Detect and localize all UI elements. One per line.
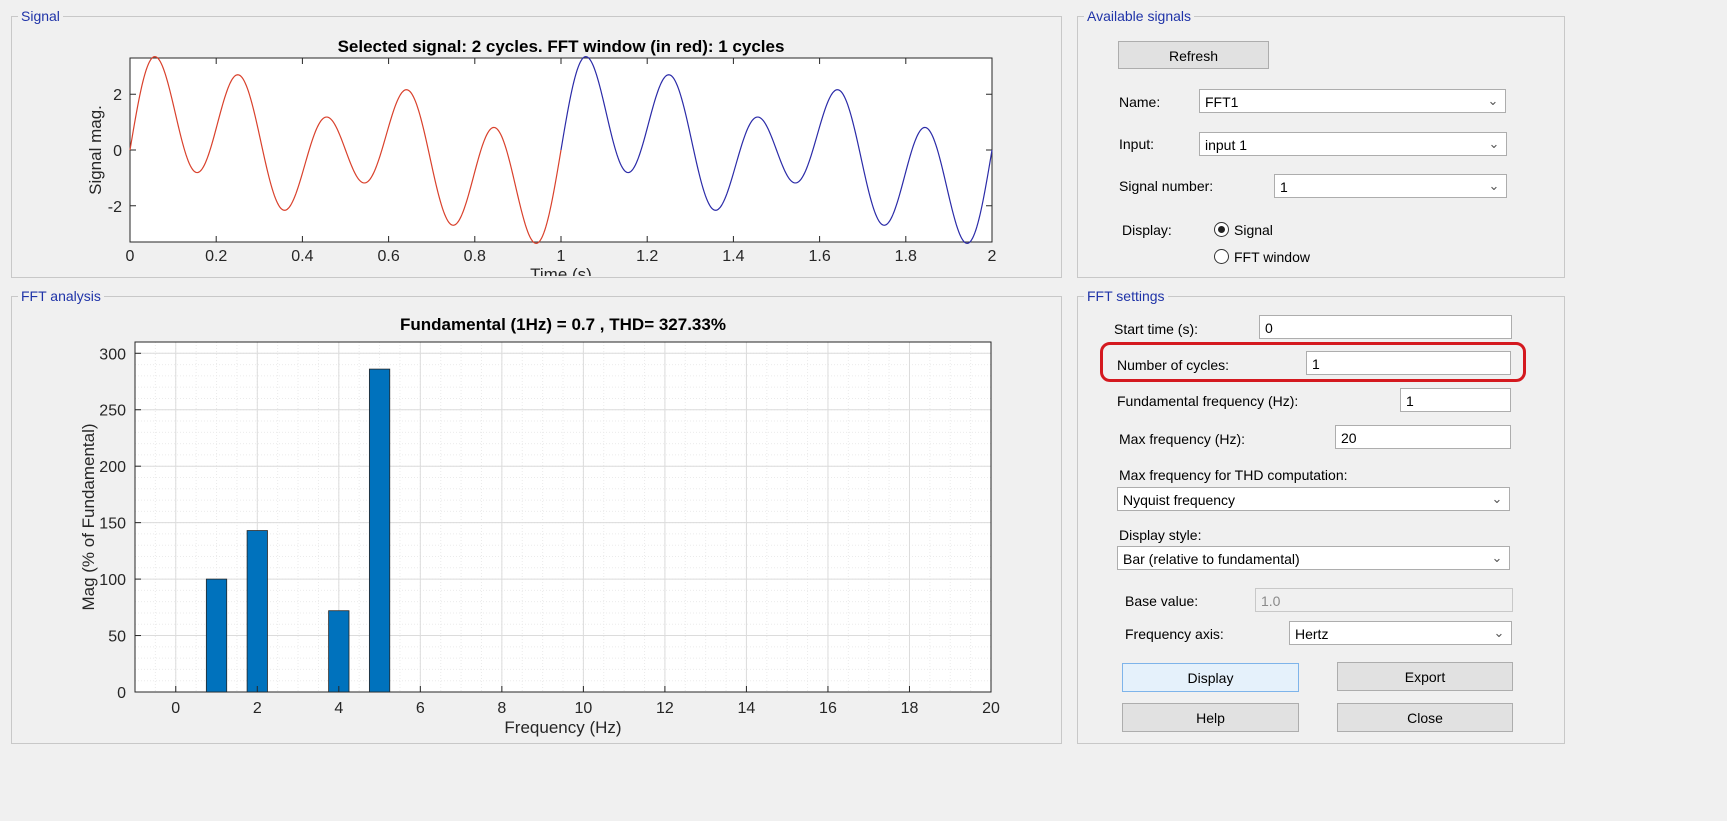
x-tick-label: 2 [988,248,997,265]
y-tick-label: 250 [99,403,126,420]
signal-panel-title: Signal [18,8,63,24]
bar [368,368,391,693]
x-tick-label: 0.2 [205,248,227,265]
display-label: Display: [1122,222,1172,238]
y-tick-label: 50 [108,629,126,646]
y-tick-label: 200 [99,459,126,476]
chevron-down-icon: ⌄ [1491,491,1503,506]
display-style-select[interactable]: Bar (relative to fundamental) ⌄ [1117,546,1510,570]
export-button[interactable]: Export [1337,662,1513,691]
y-tick-label: 0 [113,143,122,160]
close-button[interactable]: Close [1337,703,1513,732]
bar [246,530,268,693]
x-tick-label: 16 [819,700,837,717]
signal-number-label: Signal number: [1119,178,1214,194]
x-tick-label: 6 [416,700,425,717]
input-select[interactable]: input 1 ⌄ [1199,132,1507,156]
display-fft-window-radio[interactable] [1214,249,1229,264]
number-of-cycles-label: Number of cycles: [1117,357,1230,373]
x-tick-label: 1.4 [722,248,744,265]
input-select-value: input 1 [1205,137,1248,153]
x-tick-label: 1.8 [895,248,917,265]
y-axis-label: Signal mag. [86,105,105,195]
fundamental-frequency-label: Fundamental frequency (Hz): [1117,393,1299,409]
x-tick-label: 4 [334,700,343,717]
max-frequency-label: Max frequency (Hz): [1119,431,1246,447]
x-tick-label: 0.8 [464,248,486,265]
fundamental-frequency-input[interactable]: 1 [1400,388,1511,412]
frequency-axis-label: Frequency axis: [1125,626,1224,642]
x-tick-label: 8 [497,700,506,717]
display-style-value: Bar (relative to fundamental) [1123,551,1300,567]
y-tick-label: 2 [113,87,122,104]
y-tick-label: 0 [117,685,126,702]
help-button[interactable]: Help [1122,703,1299,732]
chart-title: Selected signal: 2 cycles. FFT window (i… [338,37,785,56]
frequency-axis-select[interactable]: Hertz ⌄ [1289,621,1512,645]
frequency-axis-value: Hertz [1295,626,1329,642]
y-axis-label: Mag (% of Fundamental) [79,423,98,610]
input-label: Input: [1119,136,1155,152]
y-tick-label: -2 [108,199,122,216]
chevron-down-icon: ⌄ [1491,550,1503,565]
max-frequency-input[interactable]: 20 [1335,425,1511,449]
name-select-value: FFT1 [1205,94,1239,110]
chevron-down-icon: ⌄ [1488,136,1500,151]
x-tick-label: 20 [982,700,1000,717]
display-style-label: Display style: [1119,527,1202,543]
x-tick-label: 0 [171,700,180,717]
chevron-down-icon: ⌄ [1488,178,1500,193]
bar [205,578,228,693]
thd-max-frequency-select[interactable]: Nyquist frequency ⌄ [1117,487,1510,511]
x-tick-label: 0.4 [291,248,313,265]
base-value-input: 1.0 [1255,588,1513,612]
x-tick-label: 0.6 [377,248,399,265]
chevron-down-icon: ⌄ [1487,93,1499,108]
x-tick-label: 2 [253,700,262,717]
fft-settings-title: FFT settings [1084,288,1168,304]
display-signal-radio[interactable] [1214,222,1229,237]
refresh-button[interactable]: Refresh [1118,41,1269,69]
y-tick-label: 100 [99,572,126,589]
x-tick-label: 1.2 [636,248,658,265]
x-axis-label: Frequency (Hz) [504,718,621,737]
x-tick-label: 0 [126,248,135,265]
x-tick-label: 10 [574,700,592,717]
thd-max-frequency-label: Max frequency for THD computation: [1119,467,1348,483]
display-button[interactable]: Display [1122,663,1299,692]
x-tick-label: 1.6 [808,248,830,265]
x-tick-label: 14 [738,700,756,717]
display-signal-label[interactable]: Signal [1234,221,1273,239]
chart-title: Fundamental (1Hz) = 0.7 , THD= 327.33% [400,315,726,334]
display-fft-window-label[interactable]: FFT window [1234,248,1310,266]
x-tick-label: 18 [901,700,919,717]
chevron-down-icon: ⌄ [1493,625,1505,640]
start-time-label: Start time (s): [1114,321,1199,337]
x-tick-label: 1 [557,248,566,265]
name-label: Name: [1119,94,1161,110]
fft-analysis-panel-title: FFT analysis [18,288,104,304]
available-signals-title: Available signals [1084,8,1195,24]
signal-number-value: 1 [1280,179,1288,195]
fft-chart: Fundamental (1Hz) = 0.7 , THD= 327.33% 0 2… [79,315,1000,737]
start-time-input[interactable]: 0 [1259,315,1512,339]
x-axis-label: Time (s) [530,265,592,276]
number-of-cycles-input[interactable]: 1 [1306,351,1511,375]
name-select[interactable]: FFT1 ⌄ [1199,89,1506,113]
y-tick-label: 300 [99,346,126,363]
bar [328,610,350,693]
y-tick-label: 150 [99,516,126,533]
thd-max-frequency-value: Nyquist frequency [1123,492,1236,508]
base-value-label: Base value: [1125,593,1199,609]
signal-number-select[interactable]: 1 ⌄ [1274,174,1507,198]
signal-chart: Selected signal: 2 cycles. FFT window (i… [86,37,997,276]
x-tick-label: 12 [656,700,674,717]
